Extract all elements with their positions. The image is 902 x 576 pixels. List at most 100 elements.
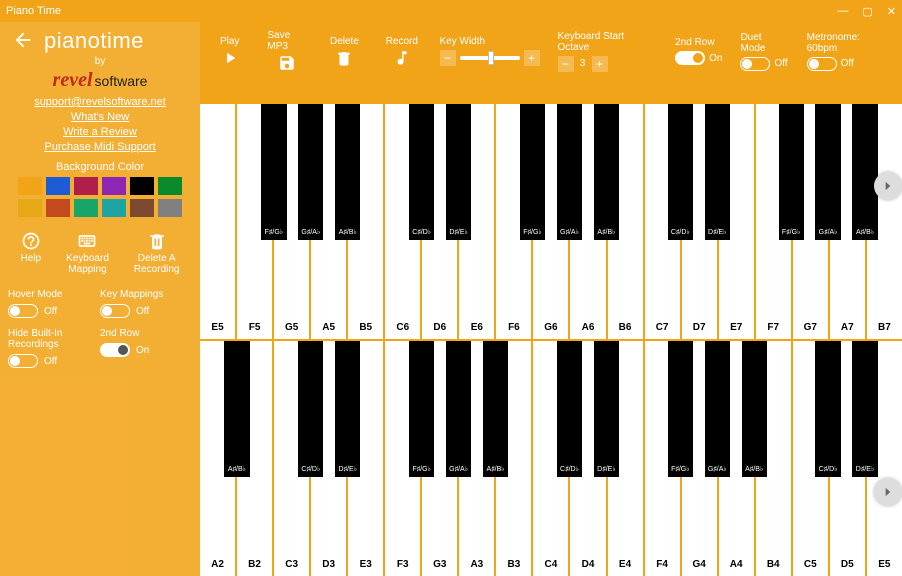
hover-mode-toggle[interactable] (8, 304, 38, 318)
white-key-label: G3 (422, 559, 457, 570)
color-swatch[interactable] (18, 177, 42, 195)
color-swatch[interactable] (46, 177, 70, 195)
keyboard-mapping-button[interactable]: Keyboard Mapping (66, 231, 109, 275)
metronome-control: Metronome: 60bpm Off (807, 32, 892, 71)
black-key-label: D♯/E♭ (852, 465, 877, 473)
key-width-plus[interactable]: + (524, 50, 540, 66)
play-button[interactable]: Play (210, 36, 249, 67)
octave-value: 3 (578, 58, 588, 69)
color-swatch[interactable] (18, 199, 42, 217)
white-key-label: F3 (385, 559, 420, 570)
black-key[interactable]: C♯/D♭ (668, 104, 693, 240)
black-key[interactable]: F♯/G♭ (779, 104, 804, 240)
black-key[interactable]: G♯/A♭ (298, 104, 323, 240)
write-review-link[interactable]: Write a Review (8, 126, 192, 138)
second-row-toggle[interactable] (100, 343, 130, 357)
key-width-control: Key Width − + (440, 36, 540, 66)
black-key[interactable]: C♯/D♭ (298, 341, 323, 477)
black-key[interactable]: A♯/B♭ (594, 104, 619, 240)
black-key[interactable]: A♯/B♭ (335, 104, 360, 240)
color-swatch[interactable] (130, 177, 154, 195)
save-mp3-button[interactable]: Save MP3 (267, 30, 306, 72)
toolbar: Play Save MP3 Delete Record Key Width − … (200, 22, 902, 80)
delete-recording-button[interactable]: Delete A Recording (134, 231, 180, 275)
white-key[interactable]: E5 (200, 104, 237, 339)
white-key-label: A5 (311, 322, 346, 333)
white-key-label: A2 (200, 559, 235, 570)
black-key[interactable]: C♯/D♭ (409, 104, 434, 240)
record-button[interactable]: Record (382, 36, 421, 67)
black-key-label: D♯/E♭ (594, 465, 619, 473)
black-key[interactable]: F♯/G♭ (409, 341, 434, 477)
black-key-label: F♯/G♭ (261, 228, 286, 236)
black-key[interactable]: G♯/A♭ (815, 104, 840, 240)
black-key[interactable]: D♯/E♭ (446, 104, 471, 240)
color-swatch[interactable] (46, 199, 70, 217)
white-key-label: D7 (682, 322, 717, 333)
black-key[interactable]: F♯/G♭ (261, 104, 286, 240)
window-title: Piano Time (6, 5, 837, 17)
whats-new-link[interactable]: What's New (8, 111, 192, 123)
key-width-slider[interactable] (460, 56, 520, 60)
black-key[interactable]: F♯/G♭ (520, 104, 545, 240)
white-key-label: C4 (533, 559, 568, 570)
color-swatch[interactable] (102, 177, 126, 195)
black-key[interactable]: D♯/E♭ (594, 341, 619, 477)
octave-minus[interactable]: − (558, 56, 574, 72)
black-key-label: F♯/G♭ (668, 465, 693, 473)
black-key[interactable]: G♯/A♭ (705, 341, 730, 477)
black-key-label: D♯/E♭ (335, 465, 360, 473)
white-key-label: C3 (274, 559, 309, 570)
black-key-label: D♯/E♭ (446, 228, 471, 236)
color-swatch[interactable] (102, 199, 126, 217)
hover-mode-label: Hover Mode (8, 289, 100, 300)
color-swatch[interactable] (130, 199, 154, 217)
black-key[interactable]: D♯/E♭ (335, 341, 360, 477)
color-swatch[interactable] (158, 177, 182, 195)
black-key[interactable]: A♯/B♭ (224, 341, 249, 477)
keyboard-top: E5F5G5A5B5C6D6E6F6G6A6B6C7D7E7F7G7A7B7F♯… (200, 102, 902, 339)
color-swatch[interactable] (74, 177, 98, 195)
black-key-label: F♯/G♭ (520, 228, 545, 236)
hide-builtin-toggle[interactable] (8, 354, 38, 368)
metronome-toggle[interactable] (807, 57, 837, 71)
scroll-right-bottom[interactable] (874, 478, 902, 506)
support-email-link[interactable]: support@revelsoftware.net (8, 96, 192, 108)
black-key[interactable]: D♯/E♭ (852, 341, 877, 477)
black-key[interactable]: G♯/A♭ (446, 341, 471, 477)
octave-plus[interactable]: + (592, 56, 608, 72)
color-swatch[interactable] (158, 199, 182, 217)
white-key-label: F7 (756, 322, 791, 333)
back-icon[interactable] (12, 29, 34, 54)
black-key[interactable]: A♯/B♭ (483, 341, 508, 477)
scroll-right-top[interactable] (874, 172, 902, 200)
white-key-label: E7 (719, 322, 754, 333)
black-key[interactable]: A♯/B♭ (742, 341, 767, 477)
white-key-label: A7 (830, 322, 865, 333)
close-button[interactable]: ✕ (887, 5, 896, 18)
color-swatch[interactable] (74, 199, 98, 217)
black-key[interactable]: A♯/B♭ (852, 104, 877, 240)
maximize-button[interactable]: ▢ (862, 5, 872, 18)
purchase-midi-link[interactable]: Purchase Midi Support (8, 141, 192, 153)
black-key-label: C♯/D♭ (668, 228, 693, 236)
key-mappings-toggle[interactable] (100, 304, 130, 318)
black-key[interactable]: C♯/D♭ (557, 341, 582, 477)
main-area: Play Save MP3 Delete Record Key Width − … (200, 22, 902, 576)
black-key[interactable]: D♯/E♭ (705, 104, 730, 240)
help-button[interactable]: Help (21, 231, 42, 275)
white-key-label: D6 (422, 322, 457, 333)
white-key-label: A6 (570, 322, 605, 333)
black-key-label: A♯/B♭ (335, 228, 360, 236)
white-key-label: D5 (830, 559, 865, 570)
black-key[interactable]: F♯/G♭ (668, 341, 693, 477)
key-width-minus[interactable]: − (440, 50, 456, 66)
white-key-label: B4 (756, 559, 791, 570)
delete-button[interactable]: Delete (325, 36, 364, 67)
white-key-label: C7 (645, 322, 680, 333)
second-row-toolbar-toggle[interactable] (675, 51, 705, 65)
black-key[interactable]: G♯/A♭ (557, 104, 582, 240)
duet-mode-toggle[interactable] (740, 57, 770, 71)
minimize-button[interactable]: — (837, 5, 848, 18)
black-key[interactable]: C♯/D♭ (815, 341, 840, 477)
